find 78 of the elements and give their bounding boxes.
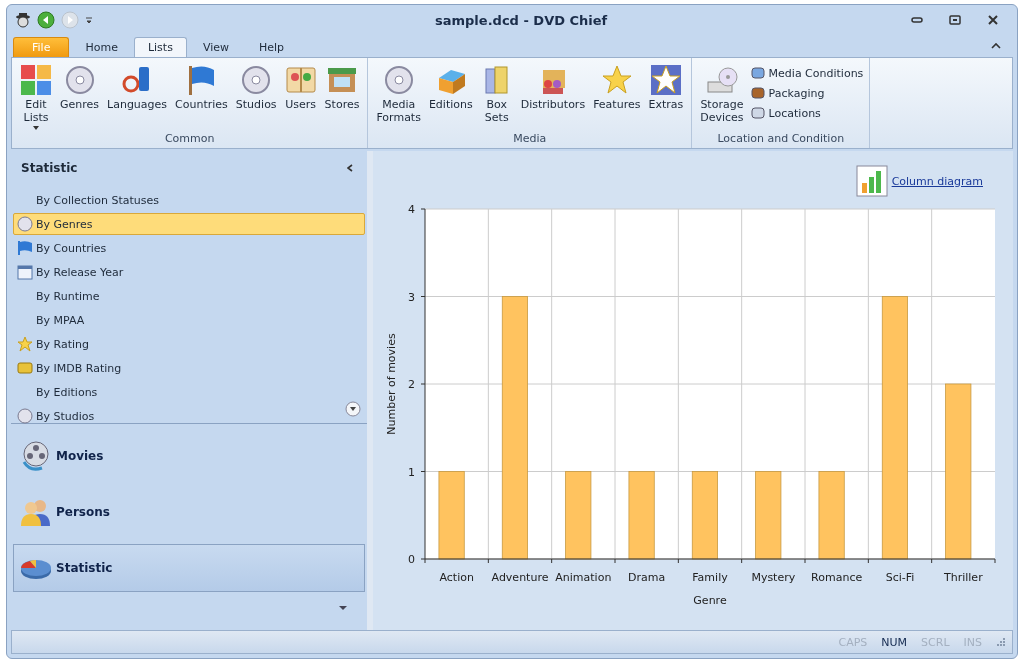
axis-tick-label: Action bbox=[439, 571, 474, 584]
star-icon bbox=[649, 64, 682, 96]
axis-tick-label: 4 bbox=[408, 203, 415, 216]
ribbon-tab[interactable]: Help bbox=[245, 37, 299, 57]
ribbon-button[interactable]: Extras bbox=[644, 64, 688, 111]
nav-section[interactable]: Persons bbox=[13, 488, 365, 536]
axis-tick-label: 0 bbox=[408, 553, 415, 566]
ribbon-tab[interactable]: View bbox=[188, 37, 243, 57]
book-icon bbox=[284, 64, 317, 96]
scroll-down-icon[interactable] bbox=[345, 401, 361, 417]
ribbon-button[interactable]: Studios bbox=[231, 64, 281, 111]
status-indicator: NUM bbox=[881, 635, 908, 649]
axis-tick-label: Animation bbox=[555, 571, 612, 584]
ribbon-button[interactable]: Editions bbox=[424, 64, 477, 111]
ribbon-button[interactable]: Countries bbox=[171, 64, 232, 111]
minimize-icon[interactable] bbox=[911, 17, 923, 23]
axis-tick-label: Thriller bbox=[944, 571, 983, 584]
ribbon-button[interactable]: Packaging bbox=[747, 84, 866, 102]
label-icon bbox=[17, 360, 33, 376]
drive-icon bbox=[705, 64, 738, 96]
nav-item[interactable]: By Editions bbox=[13, 381, 365, 403]
ribbon-button[interactable]: Genres bbox=[56, 64, 104, 111]
ribbon-button[interactable]: Users bbox=[280, 64, 321, 111]
ribbon-button[interactable]: Edit Lists bbox=[16, 64, 56, 130]
back-icon[interactable] bbox=[37, 11, 55, 29]
ribbon-button[interactable]: Stores bbox=[320, 64, 364, 111]
nav-section[interactable]: Statistic bbox=[13, 544, 365, 592]
axis-tick-label: Mystery bbox=[751, 571, 796, 584]
app-logo-icon bbox=[15, 12, 31, 28]
star-icon bbox=[600, 64, 633, 96]
nav-item[interactable]: By Runtime bbox=[13, 285, 365, 307]
nav-item[interactable]: By Countries bbox=[13, 237, 365, 259]
more-icon[interactable] bbox=[339, 606, 347, 610]
nav-item[interactable]: By IMDB Rating bbox=[13, 357, 365, 379]
axis-tick-label: 3 bbox=[408, 290, 415, 304]
grid-icon bbox=[20, 64, 52, 96]
axis-tick-label: Romance bbox=[811, 571, 863, 584]
close-icon[interactable] bbox=[987, 15, 999, 25]
collapse-ribbon-icon[interactable] bbox=[991, 42, 1001, 49]
ribbon-button[interactable]: Locations bbox=[747, 104, 866, 122]
nav-item[interactable]: By Collection Statuses bbox=[13, 189, 365, 211]
column-chart-icon[interactable] bbox=[855, 165, 888, 197]
calendar-icon bbox=[17, 264, 33, 280]
axis-tick-label: Family bbox=[692, 571, 728, 584]
column-diagram-link[interactable]: Column diagram bbox=[891, 174, 983, 188]
x-axis-title: Genre bbox=[693, 594, 727, 607]
ribbon-tab[interactable]: Lists bbox=[133, 37, 187, 57]
ribbon-button[interactable]: Languages bbox=[103, 64, 172, 111]
flag-icon bbox=[17, 240, 33, 256]
resize-grip-icon[interactable] bbox=[996, 637, 1006, 647]
nav-section[interactable]: Movies bbox=[13, 432, 365, 480]
y-axis-title: Number of movies bbox=[385, 333, 398, 435]
ribbon-button[interactable]: Storage Devices bbox=[696, 64, 748, 124]
axis-tick-label: Drama bbox=[628, 571, 666, 584]
ribbon-button[interactable]: Box Sets bbox=[476, 64, 517, 124]
axis-tick-label: 1 bbox=[408, 465, 415, 479]
panel-title: Statistic bbox=[21, 161, 78, 175]
group-label: Common bbox=[163, 132, 216, 147]
nav-item[interactable]: By MPAA bbox=[13, 309, 365, 331]
ribbon-tab[interactable]: Home bbox=[71, 37, 132, 57]
group-label: Media bbox=[512, 132, 548, 147]
ribbon-button[interactable]: Distributors bbox=[516, 64, 590, 111]
axis-tick-label: Adventure bbox=[491, 571, 549, 584]
window-title: sample.dcd - DVD Chief bbox=[435, 12, 609, 28]
collapse-icon[interactable] bbox=[347, 164, 353, 172]
maximize-icon[interactable] bbox=[949, 15, 961, 25]
axis-tick-label: Sci-Fi bbox=[885, 571, 915, 584]
nav-item[interactable]: By Genres bbox=[13, 213, 365, 235]
ribbon-button[interactable]: Features bbox=[589, 64, 645, 111]
ribbon-button[interactable]: Media Formats bbox=[372, 64, 425, 124]
nav-item[interactable]: By Release Year bbox=[13, 261, 365, 283]
axis-tick-label: 2 bbox=[408, 378, 415, 391]
star-icon bbox=[17, 336, 33, 352]
ribbon-button[interactable]: Media Conditions bbox=[747, 64, 866, 82]
group-label: Location and Condition bbox=[716, 132, 846, 147]
customize-icon[interactable] bbox=[85, 16, 93, 24]
nav-item[interactable]: By Studios bbox=[13, 405, 365, 427]
nav-item[interactable]: By Rating bbox=[13, 333, 365, 355]
